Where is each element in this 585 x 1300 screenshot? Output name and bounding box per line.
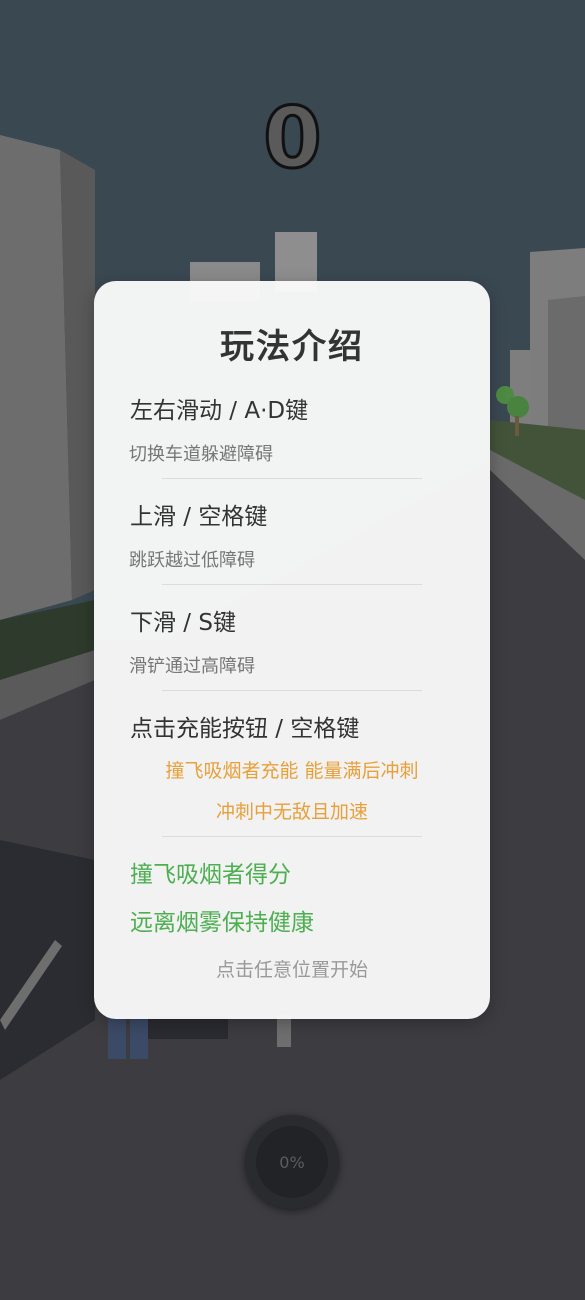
player-leg [130, 1015, 148, 1059]
divider [162, 690, 422, 691]
goal-score-text: 撞飞吸烟者得分 [130, 862, 291, 888]
rule-heading-charge: 点击充能按钮 / 空格键 [130, 716, 360, 742]
tree-trunk [515, 416, 519, 436]
charge-button[interactable]: 0% [245, 1115, 339, 1209]
charge-desc-line2: 冲刺中无敌且加速 [215, 801, 368, 823]
goal-health-text: 远离烟雾保持健康 [130, 910, 314, 936]
lane-mark [277, 1015, 291, 1047]
building [0, 135, 72, 620]
instructions-panel[interactable]: 玩法介绍 左右滑动 / A·D键 切换车道躲避障碍 上滑 / 空格键 跳跃越过低… [94, 281, 490, 1019]
divider [162, 584, 422, 585]
divider [162, 836, 422, 837]
rule-desc-jump: 跳跃越过低障碍 [129, 550, 255, 571]
charge-desc-line1: 撞飞吸烟者充能 能量满后冲刺 [165, 760, 419, 782]
rule-desc-slide: 滑铲通过高障碍 [129, 656, 255, 677]
rule-heading-jump: 上滑 / 空格键 [130, 504, 268, 530]
rule-desc-lane: 切换车道躲避障碍 [129, 444, 273, 465]
charge-progress-label: 0% [256, 1126, 328, 1198]
divider [162, 478, 422, 479]
tree [507, 396, 529, 418]
rule-heading-lane: 左右滑动 / A·D键 [130, 398, 309, 424]
player-leg [108, 1015, 126, 1059]
rule-heading-slide: 下滑 / S键 [130, 610, 236, 636]
start-hint: 点击任意位置开始 [215, 959, 368, 981]
score-counter: 0 [262, 89, 323, 187]
panel-title: 玩法介绍 [220, 327, 364, 367]
